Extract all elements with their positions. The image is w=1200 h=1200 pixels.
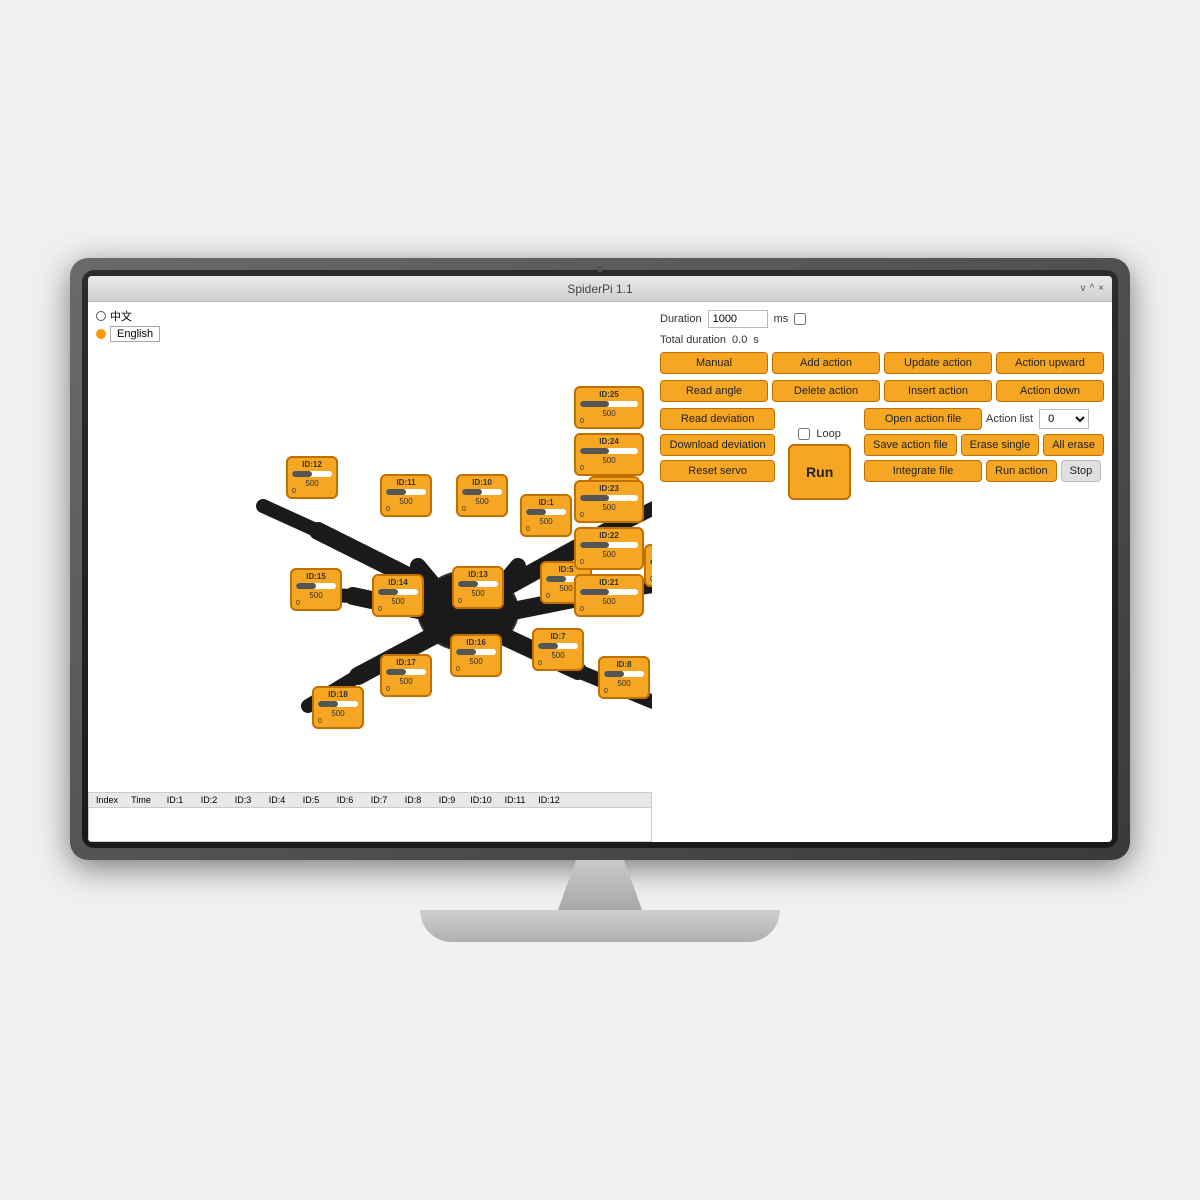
- all-erase-button[interactable]: All erase: [1043, 434, 1104, 456]
- loop-checkbox[interactable]: [798, 428, 810, 440]
- col-id5: ID:5: [297, 795, 325, 805]
- action-upward-button[interactable]: Action upward: [996, 352, 1104, 374]
- col-id2: ID:2: [195, 795, 223, 805]
- col-id8: ID:8: [399, 795, 427, 805]
- title-bar: SpiderPi 1.1 v ^ ×: [88, 276, 1112, 302]
- monitor-base: [420, 910, 780, 942]
- robot-visualization: ID:12 500 0 ID:11 500 0: [88, 356, 652, 788]
- table-header: Index Time ID:1 ID:2 ID:3 ID:4 ID:5 ID:6…: [89, 793, 651, 808]
- col-id10: ID:10: [467, 795, 495, 805]
- col-id3: ID:3: [229, 795, 257, 805]
- bottom-controls: Read deviation Download deviation Reset …: [660, 408, 1104, 500]
- save-action-file-button[interactable]: Save action file: [864, 434, 957, 456]
- servo-13[interactable]: ID:13 500 0: [452, 566, 504, 609]
- action-down-button[interactable]: Action down: [996, 380, 1104, 402]
- left-action-col: Read deviation Download deviation Reset …: [660, 408, 775, 500]
- servo-25[interactable]: ID:25 500 0: [574, 386, 644, 429]
- servo-17[interactable]: ID:17 500 0: [380, 654, 432, 697]
- total-duration-label: Total duration: [660, 334, 726, 346]
- servo-23[interactable]: ID:23 500 0: [574, 480, 644, 523]
- servo-6[interactable]: ID:6 500 0: [644, 544, 652, 587]
- servo-7[interactable]: ID:7 500 0: [532, 628, 584, 671]
- servo-10[interactable]: ID:10 500 0: [456, 474, 508, 517]
- control-panel: Duration ms Total duration 0.0 s: [652, 302, 1112, 842]
- manual-button[interactable]: Manual: [660, 352, 768, 374]
- action-list-row: Action list 0: [986, 408, 1104, 430]
- run-button[interactable]: Run: [788, 444, 851, 500]
- maximize-btn[interactable]: ^: [1089, 283, 1094, 294]
- servo-11[interactable]: ID:11 500 0: [380, 474, 432, 517]
- run-action-button[interactable]: Run action: [986, 460, 1057, 482]
- col-id11: ID:11: [501, 795, 529, 805]
- col-time: Time: [127, 795, 155, 805]
- servo-24[interactable]: ID:24 500 0: [574, 433, 644, 476]
- servo-8[interactable]: ID:8 500 0: [598, 656, 650, 699]
- servo-22[interactable]: ID:22 500 0: [574, 527, 644, 570]
- servo-14[interactable]: ID:14 500 0: [372, 574, 424, 617]
- radio-cn[interactable]: [96, 311, 106, 321]
- monitor-neck: [540, 860, 660, 910]
- col-id9: ID:9: [433, 795, 461, 805]
- update-action-button[interactable]: Update action: [884, 352, 992, 374]
- camera-dot: [597, 266, 603, 272]
- file-button-grid: Open action file Action list 0: [864, 408, 1104, 430]
- total-duration-value: 0.0: [732, 334, 747, 346]
- lang-option-cn[interactable]: 中文: [96, 308, 644, 324]
- servo-16[interactable]: ID:16 500 0: [450, 634, 502, 677]
- erase-single-button[interactable]: Erase single: [961, 434, 1040, 456]
- col-id6: ID:6: [331, 795, 359, 805]
- col-id4: ID:4: [263, 795, 291, 805]
- duration-unit: ms: [774, 313, 789, 325]
- col-index: Index: [93, 795, 121, 805]
- lang-en-label: English: [110, 326, 160, 342]
- stop-button[interactable]: Stop: [1061, 460, 1102, 482]
- top-button-grid: Manual Add action Update action Action u…: [660, 352, 1104, 374]
- download-deviation-button[interactable]: Download deviation: [660, 434, 775, 456]
- read-deviation-button[interactable]: Read deviation: [660, 408, 775, 430]
- loop-label: Loop: [816, 428, 840, 440]
- radio-en[interactable]: [96, 329, 106, 339]
- duration-checkbox[interactable]: [794, 313, 806, 325]
- integrate-file-button[interactable]: Integrate file: [864, 460, 982, 482]
- robot-svg: [88, 356, 652, 746]
- servo-15[interactable]: ID:15 500 0: [290, 568, 342, 611]
- duration-input[interactable]: [708, 310, 768, 328]
- servo-18[interactable]: ID:18 500 0: [312, 686, 364, 729]
- action-table: Index Time ID:1 ID:2 ID:3 ID:4 ID:5 ID:6…: [88, 792, 652, 842]
- servo-21[interactable]: ID:21 500 0: [574, 574, 644, 617]
- app-title: SpiderPi 1.1: [567, 282, 632, 296]
- duration-label: Duration: [660, 313, 702, 325]
- total-duration-unit: s: [753, 334, 759, 346]
- close-btn[interactable]: ×: [1098, 283, 1104, 294]
- center-run-col: Loop Run: [781, 408, 858, 500]
- read-angle-button[interactable]: Read angle: [660, 380, 768, 402]
- reset-servo-button[interactable]: Reset servo: [660, 460, 775, 482]
- col-id1: ID:1: [161, 795, 189, 805]
- col-id7: ID:7: [365, 795, 393, 805]
- right-action-col: Open action file Action list 0: [864, 408, 1104, 500]
- servo-1[interactable]: ID:1 500 0: [520, 494, 572, 537]
- lang-cn-label: 中文: [110, 308, 132, 324]
- second-button-grid: Read angle Delete action Insert action A…: [660, 380, 1104, 402]
- servo-12[interactable]: ID:12 500 0: [286, 456, 338, 499]
- add-action-button[interactable]: Add action: [772, 352, 880, 374]
- lang-option-en[interactable]: English: [96, 326, 644, 342]
- action-list-label: Action list: [986, 413, 1033, 425]
- insert-action-button[interactable]: Insert action: [884, 380, 992, 402]
- col-id12: ID:12: [535, 795, 563, 805]
- open-action-file-button[interactable]: Open action file: [864, 408, 982, 430]
- action-list-select[interactable]: 0: [1039, 409, 1089, 429]
- delete-action-button[interactable]: Delete action: [772, 380, 880, 402]
- minimize-btn[interactable]: v: [1080, 283, 1085, 294]
